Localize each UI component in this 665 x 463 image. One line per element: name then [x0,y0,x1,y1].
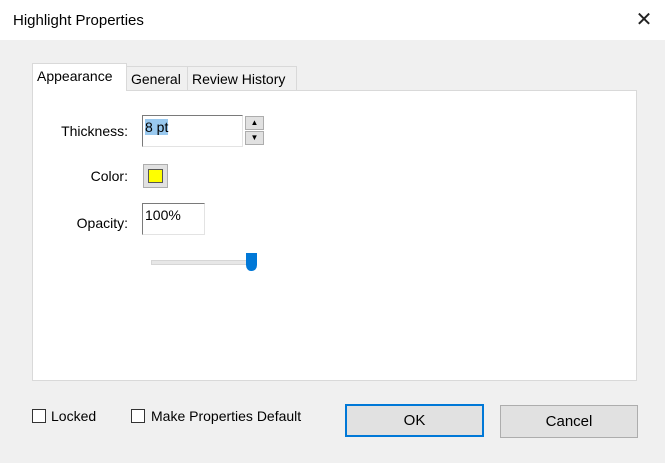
tab-review-history[interactable]: Review History [187,66,297,91]
locked-checkbox[interactable] [32,409,46,423]
locked-label: Locked [51,408,97,424]
thickness-label: Thickness: [61,123,128,139]
opacity-slider-thumb[interactable] [246,253,257,271]
thickness-input[interactable]: 8 pt [142,115,243,147]
tab-general[interactable]: General [126,66,188,91]
color-picker-button[interactable] [143,164,168,188]
opacity-slider-track[interactable] [151,260,257,265]
dialog-title: Highlight Properties [13,12,144,29]
close-icon[interactable]: ✕ [632,8,656,32]
make-default-checkbox[interactable] [131,409,145,423]
color-swatch [148,169,163,183]
thickness-value: 8 pt [145,119,169,135]
color-label: Color: [90,168,128,184]
spin-down-button[interactable]: ▼ [245,131,264,145]
tab-appearance[interactable]: Appearance [32,63,127,91]
opacity-label: Opacity: [76,215,128,231]
spin-up-button[interactable]: ▲ [245,116,264,130]
cancel-button[interactable]: Cancel [500,405,638,438]
ok-button[interactable]: OK [345,404,484,437]
make-default-label: Make Properties Default [151,408,302,424]
opacity-input[interactable]: 100% [142,203,205,235]
